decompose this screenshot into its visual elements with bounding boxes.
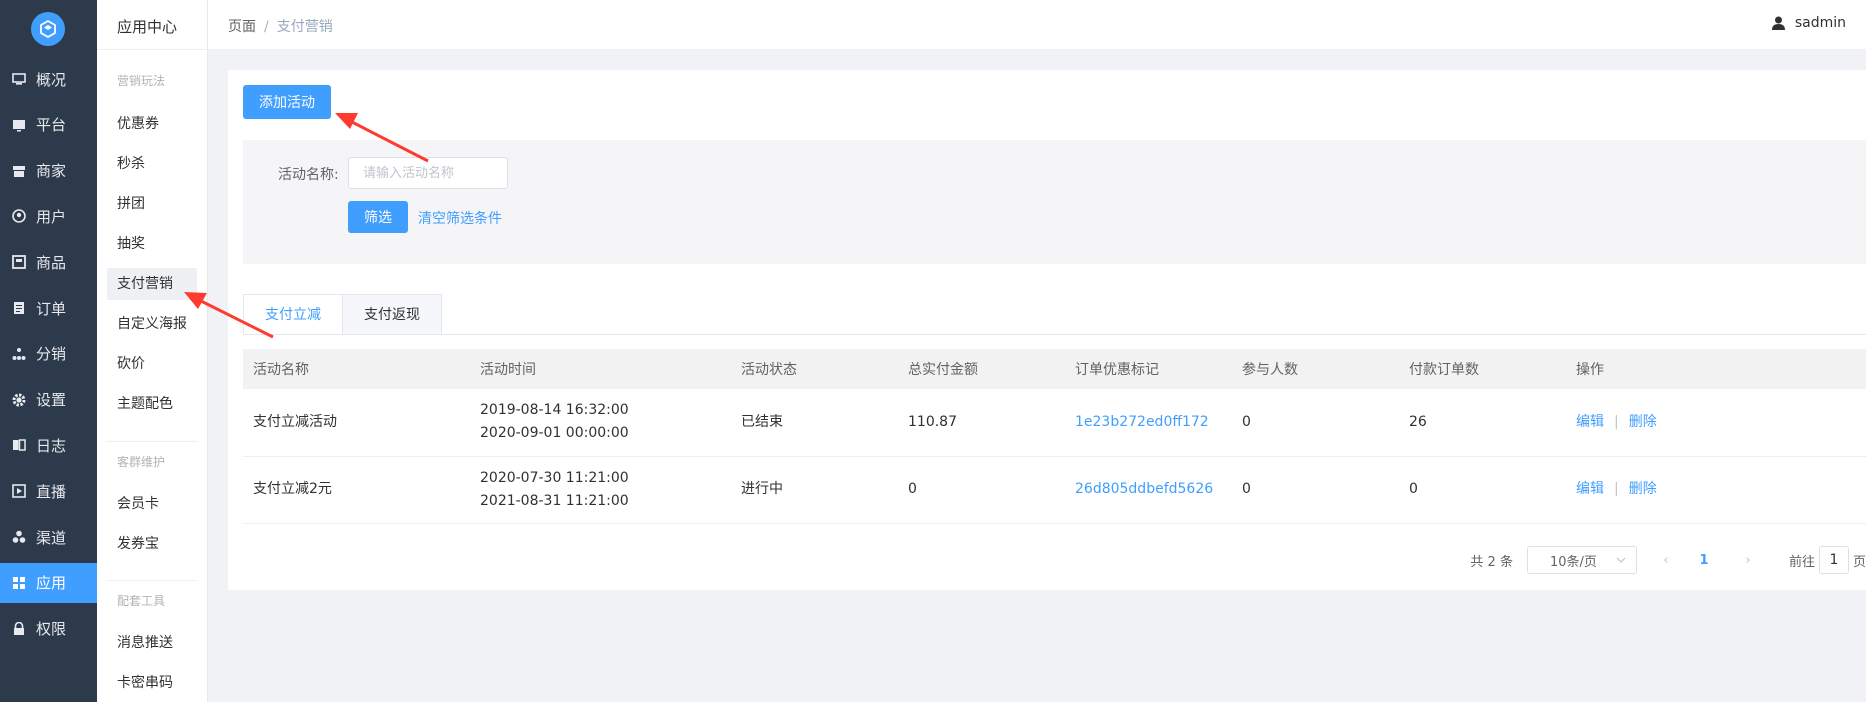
annotation-arrowhead (184, 292, 207, 309)
annotation-arrows (184, 113, 429, 339)
annotation-arrowhead (335, 113, 358, 129)
annotation-arrow (349, 119, 429, 163)
annotation-arrow (198, 298, 274, 339)
